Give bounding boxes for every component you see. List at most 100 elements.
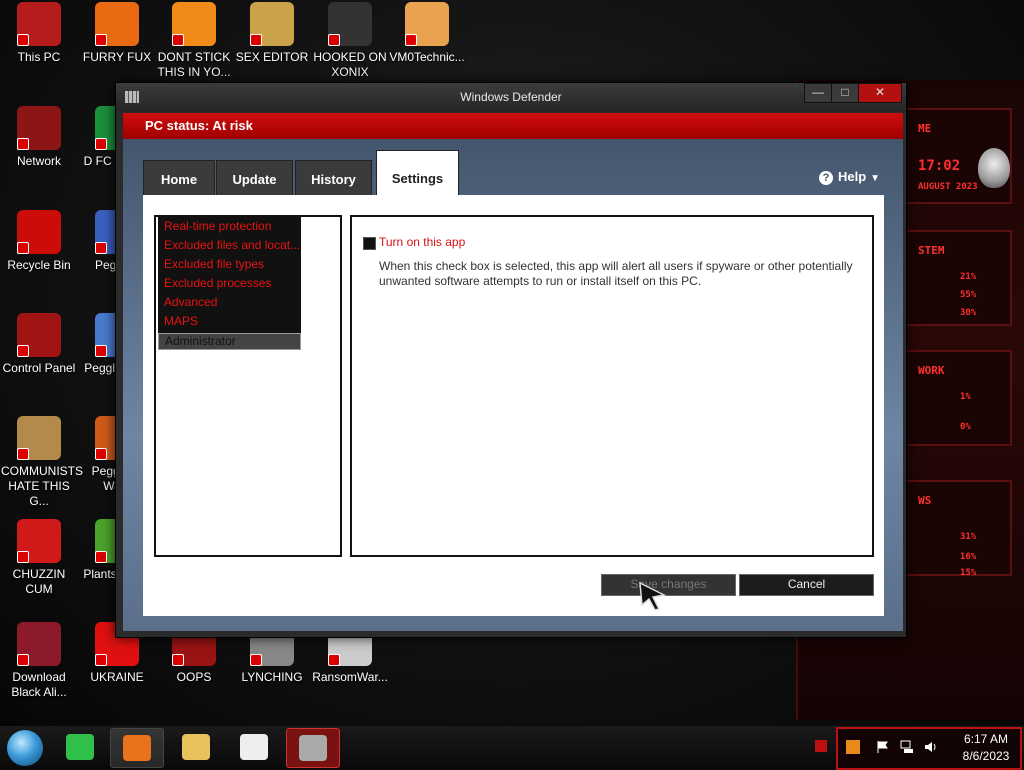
app-icon xyxy=(17,210,61,254)
tab-history[interactable]: History xyxy=(295,160,372,197)
desktop-icon[interactable]: FURRY FUX xyxy=(79,2,155,65)
taskbar-file-explorer-button[interactable] xyxy=(170,728,222,766)
alien-head-icon xyxy=(978,148,1010,188)
desktop-icon-label: Recycle Bin xyxy=(7,258,71,272)
taskbar-clock[interactable]: 6:17 AM 8/6/2023 xyxy=(954,731,1018,765)
widget-value: 31% xyxy=(960,532,977,542)
network-icon[interactable] xyxy=(900,740,914,754)
tray-app-icon[interactable] xyxy=(846,740,860,754)
app-icon xyxy=(17,416,61,460)
settings-nav-item[interactable]: MAPS xyxy=(158,312,301,331)
desktop-icon-label: HOOKED ON XONIX xyxy=(313,50,387,79)
minimize-button[interactable]: — xyxy=(804,83,832,103)
shortcut-arrow-icon xyxy=(95,242,107,254)
app-icon xyxy=(17,519,61,563)
close-button[interactable]: ✕ xyxy=(858,83,902,103)
desktop-icon[interactable]: CHUZZIN CUM xyxy=(1,519,77,597)
tab-settings[interactable]: Settings xyxy=(376,150,459,197)
widget-text: WS xyxy=(918,494,932,507)
desktop-icon-label: OOPS xyxy=(176,670,212,684)
settings-nav-item[interactable]: Excluded file types xyxy=(158,255,301,274)
tab-home[interactable]: Home xyxy=(143,160,215,197)
app-icon xyxy=(405,2,449,46)
desktop-icon[interactable]: DONT STICK THIS IN YO... xyxy=(156,2,232,80)
clock-time: 6:17 AM xyxy=(963,732,1009,746)
desktop-icon-label: SEX EDITOR xyxy=(235,50,309,64)
desktop-icon-label: FURRY FUX xyxy=(82,50,152,64)
widget-time: 17:02 xyxy=(918,158,961,174)
desktop-icon-label: Control Panel xyxy=(2,361,76,375)
app-icon xyxy=(17,313,61,357)
desktop-icon[interactable]: This PC xyxy=(1,2,77,65)
widget-value: 30% xyxy=(960,308,977,318)
volume-icon[interactable] xyxy=(924,740,938,754)
settings-nav-item[interactable]: Excluded files and locat... xyxy=(158,236,301,255)
widget-value: 21% xyxy=(960,272,977,282)
file-explorer-icon xyxy=(182,734,210,760)
desktop-icon[interactable]: HOOKED ON XONIX xyxy=(312,2,388,80)
shortcut-arrow-icon xyxy=(250,34,262,46)
taskbar: 6:17 AM 8/6/2023 xyxy=(0,726,1024,770)
widget-text: ME xyxy=(918,122,932,135)
shortcut-arrow-icon xyxy=(17,654,29,666)
save-changes-button[interactable]: Save changes xyxy=(601,574,736,596)
pc-status-text: PC status: At risk xyxy=(145,118,253,133)
desktop-icon[interactable]: Recycle Bin xyxy=(1,210,77,273)
app-icon xyxy=(172,2,216,46)
turn-on-app-label[interactable]: Turn on this app xyxy=(379,235,465,249)
shortcut-arrow-icon xyxy=(172,34,184,46)
desktop-icon-label: Download Black Ali... xyxy=(11,670,67,699)
settings-nav-item[interactable]: Administrator xyxy=(158,333,301,350)
shortcut-arrow-icon xyxy=(17,448,29,460)
widget-text: STEM xyxy=(918,244,945,257)
turn-on-app-checkbox[interactable] xyxy=(363,237,376,250)
shortcut-arrow-icon xyxy=(17,345,29,357)
action-center-flag-icon[interactable] xyxy=(876,740,890,754)
desktop-icon[interactable]: Control Panel xyxy=(1,313,77,376)
tab-update[interactable]: Update xyxy=(216,160,293,197)
app-icon xyxy=(17,106,61,150)
desktop-icon[interactable]: SEX EDITOR xyxy=(234,2,310,65)
help-question-icon: ? xyxy=(819,171,833,185)
shortcut-arrow-icon xyxy=(95,654,107,666)
system-tray: 6:17 AM 8/6/2023 xyxy=(836,727,1022,770)
app-icon xyxy=(95,2,139,46)
maximize-button[interactable]: □ xyxy=(831,83,859,103)
settings-nav-item[interactable]: Advanced xyxy=(158,293,301,312)
shortcut-arrow-icon xyxy=(250,654,262,666)
settings-nav-item[interactable]: Real-time protection xyxy=(158,217,301,236)
desktop-icon[interactable]: Network xyxy=(1,106,77,169)
window-titlebar[interactable]: Windows Defender xyxy=(116,83,906,111)
taskbar-7zip-button[interactable] xyxy=(228,728,280,766)
shortcut-arrow-icon xyxy=(17,138,29,150)
settings-nav-item[interactable]: Excluded processes xyxy=(158,274,301,293)
desktop-icon-label: This PC xyxy=(17,50,61,64)
desktop-icon-label: VM0Technic... xyxy=(389,50,465,64)
taskbar-notes-button[interactable] xyxy=(54,728,106,766)
turn-on-app-description: When this check box is selected, this ap… xyxy=(379,259,853,288)
settings-detail-box: Turn on this app When this check box is … xyxy=(350,215,874,557)
help-menu[interactable]: ? Help ▼ xyxy=(819,169,880,185)
widget-value: 16% xyxy=(960,552,977,562)
widget-date: AUGUST 2023 xyxy=(918,182,978,192)
settings-nav-list: Real-time protection Excluded files and l… xyxy=(158,217,301,350)
show-hidden-icons-button[interactable] xyxy=(815,740,827,752)
taskbar-windows-defender-button[interactable] xyxy=(286,728,340,768)
widget-value: 0% xyxy=(960,422,971,432)
cancel-button[interactable]: Cancel xyxy=(739,574,874,596)
shortcut-arrow-icon xyxy=(405,34,417,46)
shortcut-arrow-icon xyxy=(17,551,29,563)
widget-value: 55% xyxy=(960,290,977,300)
widget-text: WORK xyxy=(918,364,945,377)
shortcut-arrow-icon xyxy=(95,551,107,563)
taskbar-firefox-button[interactable] xyxy=(110,728,164,768)
7zip-icon xyxy=(240,734,268,760)
shortcut-arrow-icon xyxy=(95,345,107,357)
desktop-icon[interactable]: Download Black Ali... xyxy=(1,622,77,700)
desktop-icon[interactable]: VM0Technic... xyxy=(389,2,465,65)
help-label: Help xyxy=(838,169,867,184)
notes-icon xyxy=(66,734,94,760)
app-icon xyxy=(328,2,372,46)
start-button[interactable] xyxy=(7,730,43,766)
desktop-icon[interactable]: COMMUNISTS HATE THIS G... xyxy=(1,416,83,509)
